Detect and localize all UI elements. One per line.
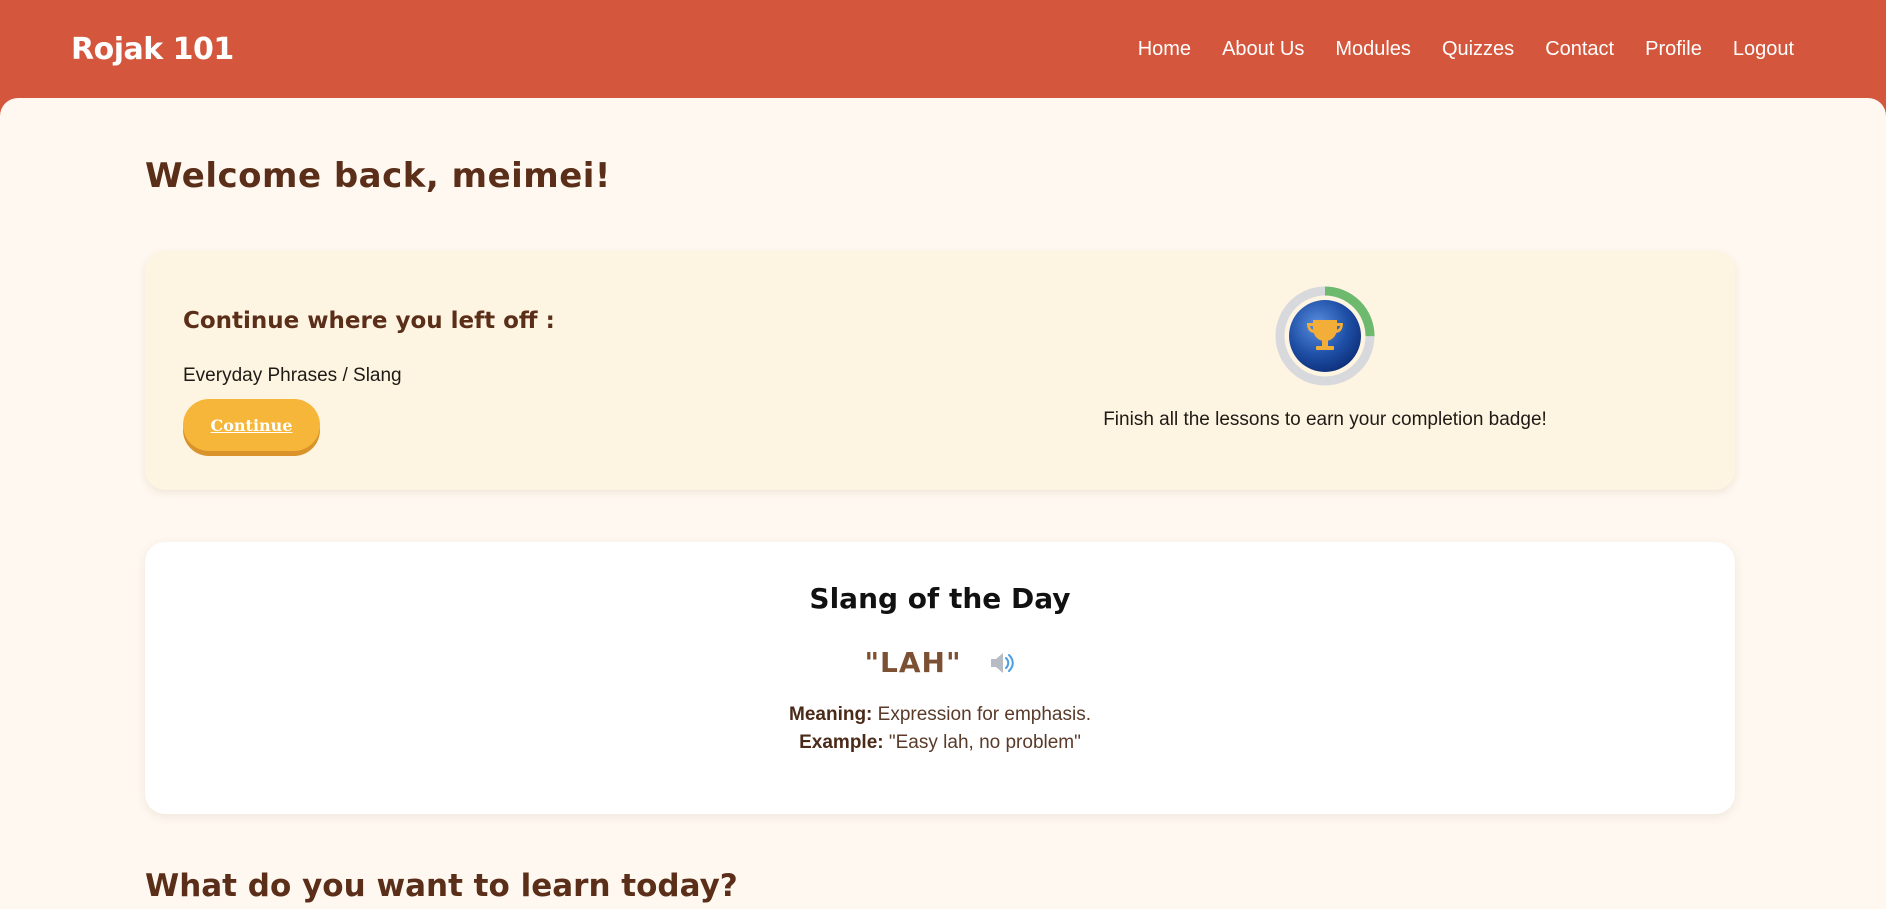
completion-badge [1275, 286, 1375, 386]
slang-meaning: Meaning: Expression for emphasis. [145, 704, 1735, 726]
welcome-heading: Welcome back, meimei! [145, 156, 611, 196]
slang-example: Example: "Easy lah, no problem" [145, 732, 1735, 754]
nav-profile[interactable]: Profile [1645, 38, 1702, 61]
meaning-label: Meaning: [789, 704, 873, 725]
badge-progress-ring [1275, 286, 1375, 386]
continue-path: Everyday Phrases / Slang [183, 365, 402, 386]
slang-title: Slang of the Day [809, 582, 1071, 615]
nav-home[interactable]: Home [1138, 38, 1191, 61]
speaker-icon[interactable] [986, 648, 1016, 678]
example-label: Example: [799, 732, 884, 753]
brand-logo[interactable]: Rojak 101 [71, 32, 234, 67]
continue-title: Continue where you left off : [183, 308, 555, 334]
navbar: Rojak 101 Home About Us Modules Quizzes … [0, 0, 1886, 98]
slang-word-row: "LAH" [145, 646, 1735, 679]
nav-links: Home About Us Modules Quizzes Contact Pr… [1138, 38, 1794, 61]
learn-heading: What do you want to learn today? [145, 868, 738, 904]
continue-card: Continue where you left off : Everyday P… [145, 251, 1735, 490]
nav-logout[interactable]: Logout [1733, 38, 1794, 61]
nav-modules[interactable]: Modules [1335, 38, 1411, 61]
badge-caption: Finish all the lessons to earn your comp… [1103, 409, 1547, 430]
example-text: "Easy lah, no problem" [888, 732, 1081, 753]
main-content: Welcome back, meimei! Continue where you… [0, 98, 1886, 909]
meaning-text: Expression for emphasis. [877, 704, 1091, 725]
continue-button[interactable]: Continue [183, 399, 320, 451]
nav-about-us[interactable]: About Us [1222, 38, 1304, 61]
nav-contact[interactable]: Contact [1545, 38, 1614, 61]
slang-of-the-day-card: Slang of the Day "LAH" Meaning: Expressi… [145, 542, 1735, 814]
slang-word: "LAH" [864, 646, 962, 679]
nav-quizzes[interactable]: Quizzes [1442, 38, 1514, 61]
